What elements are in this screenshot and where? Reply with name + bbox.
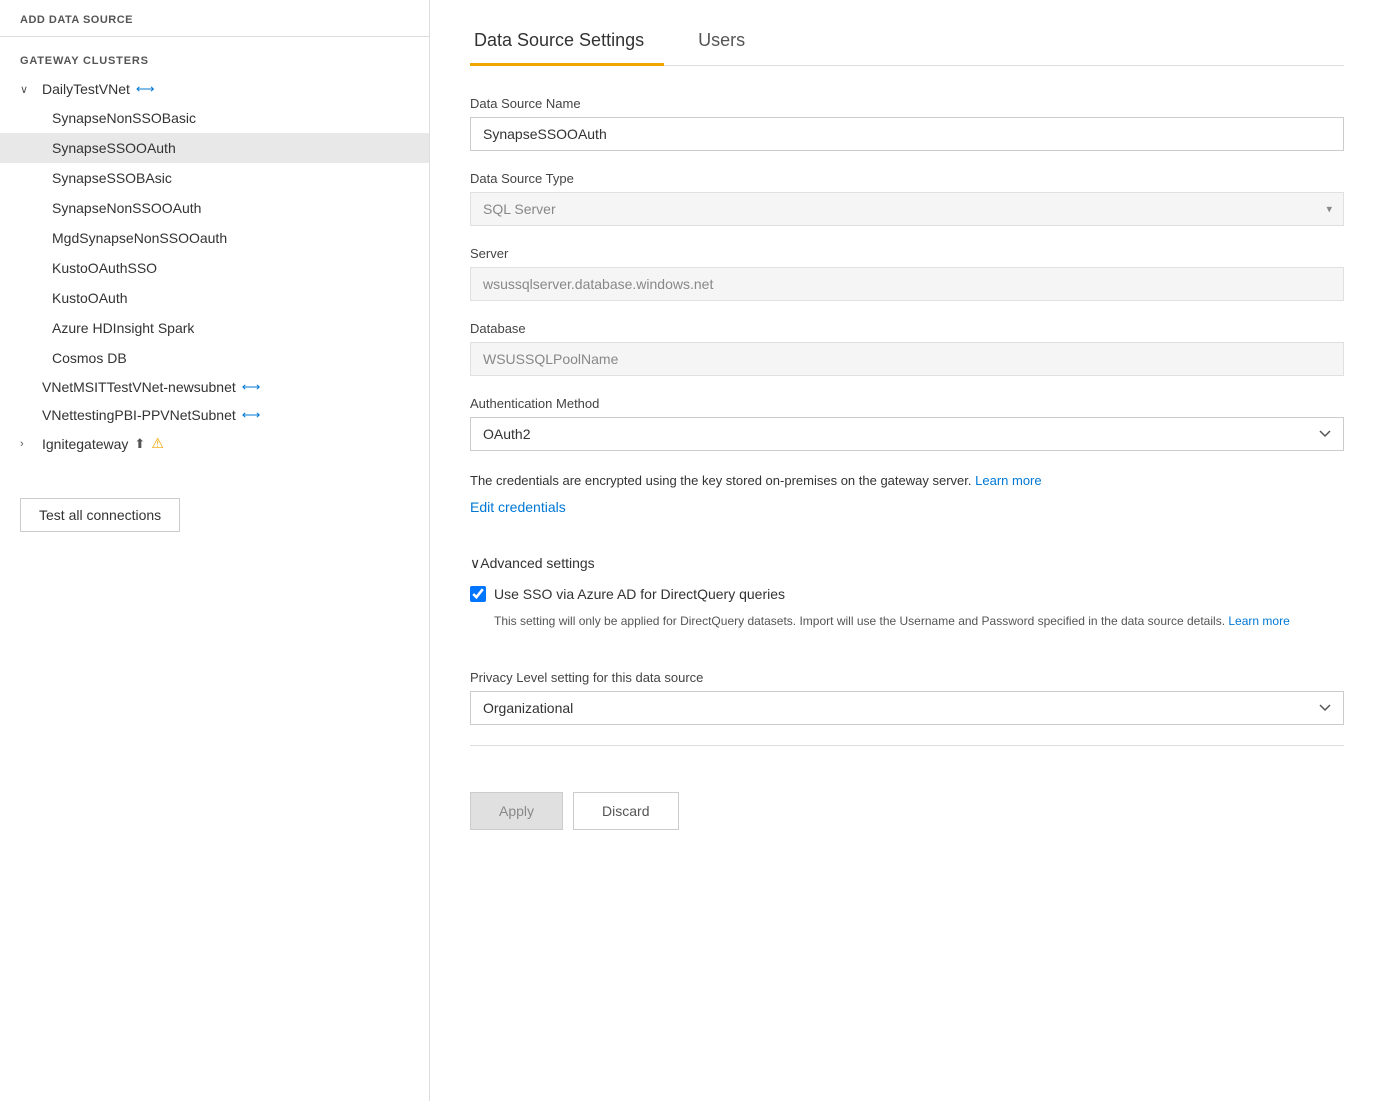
sidebar: ADD DATA SOURCE GATEWAY CLUSTERS ∨ Daily…	[0, 0, 430, 1101]
sso-note: This setting will only be applied for Di…	[494, 612, 1344, 630]
learn-more-link[interactable]: Learn more	[975, 473, 1041, 488]
datasource-name-input[interactable]	[470, 117, 1344, 151]
datasource-item-synapsessooauth[interactable]: SynapseSSOOAuth	[0, 133, 429, 163]
link-icon: ⟷	[242, 379, 261, 395]
datasource-type-label: Data Source Type	[470, 171, 1344, 186]
datasource-name-label: Data Source Name	[470, 96, 1344, 111]
test-all-connections-button[interactable]: Test all connections	[20, 498, 180, 532]
credentials-section: The credentials are encrypted using the …	[470, 471, 1344, 535]
gateway-clusters-label: GATEWAY CLUSTERS	[0, 37, 429, 75]
cluster-name-vnettesting: VNettestingPBI-PPVNetSubnet	[42, 407, 236, 423]
sso-learn-more-link[interactable]: Learn more	[1228, 614, 1289, 628]
privacy-level-section: Privacy Level setting for this data sour…	[470, 670, 1344, 725]
privacy-level-select[interactable]: Organizational None Private Public	[470, 691, 1344, 725]
auth-method-select[interactable]: OAuth2 Windows Basic	[470, 417, 1344, 451]
server-input	[470, 267, 1344, 301]
discard-button[interactable]: Discard	[573, 792, 678, 830]
database-section: Database	[470, 321, 1344, 376]
auth-method-section: Authentication Method OAuth2 Windows Bas…	[470, 396, 1344, 451]
datasource-name-section: Data Source Name	[470, 96, 1344, 151]
apply-button[interactable]: Apply	[470, 792, 563, 830]
cluster-name-vnetmsit: VNetMSITTestVNet-newsubnet	[42, 379, 236, 395]
chevron-right-icon: ›	[20, 438, 36, 450]
cluster-item-dailytestvnet[interactable]: ∨ DailyTestVNet ⟷	[0, 75, 429, 103]
datasource-type-section: Data Source Type ▾	[470, 171, 1344, 226]
chevron-down-icon: ▾	[1326, 203, 1332, 216]
cluster-name-ignitegateway: Ignitegateway	[42, 436, 128, 452]
datasource-item-cosmosdb[interactable]: Cosmos DB	[0, 343, 429, 373]
upload-icon: ⬆	[134, 436, 145, 452]
tab-data-source-settings[interactable]: Data Source Settings	[470, 20, 664, 65]
privacy-level-label: Privacy Level setting for this data sour…	[470, 670, 1344, 685]
server-label: Server	[470, 246, 1344, 261]
auth-method-label: Authentication Method	[470, 396, 1344, 411]
sso-checkbox[interactable]	[470, 586, 486, 602]
database-input	[470, 342, 1344, 376]
action-buttons: Apply Discard	[470, 792, 1344, 830]
server-section: Server	[470, 246, 1344, 301]
chevron-down-icon: ∨	[20, 83, 36, 96]
datasource-type-input	[470, 192, 1344, 226]
cluster-item-vnetmsit[interactable]: ∨ VNetMSITTestVNet-newsubnet ⟷	[0, 373, 429, 401]
sso-checkbox-row: Use SSO via Azure AD for DirectQuery que…	[470, 586, 1344, 602]
main-content: Data Source Settings Users Data Source N…	[430, 0, 1384, 1101]
sso-checkbox-label[interactable]: Use SSO via Azure AD for DirectQuery que…	[494, 586, 785, 602]
advanced-settings-toggle[interactable]: ∨Advanced settings	[470, 555, 1344, 572]
datasource-item-synapsenonssobasic[interactable]: SynapseNonSSOBasic	[0, 103, 429, 133]
tabs-container: Data Source Settings Users	[470, 0, 1344, 66]
datasource-item-mgdsynapsenonsooauth[interactable]: MgdSynapseNonSSOOauth	[0, 223, 429, 253]
link-icon: ⟷	[136, 81, 155, 97]
credentials-text: The credentials are encrypted using the …	[470, 471, 1344, 491]
sidebar-bottom: Test all connections	[0, 478, 429, 552]
cluster-item-vnettesting[interactable]: ∨ VNettestingPBI-PPVNetSubnet ⟷	[0, 401, 429, 429]
link-icon: ⟷	[242, 407, 261, 423]
edit-credentials-link[interactable]: Edit credentials	[470, 499, 566, 515]
datasource-item-synapsessobasic[interactable]: SynapseSSOBAsic	[0, 163, 429, 193]
divider	[470, 745, 1344, 746]
warning-icon: ⚠	[151, 435, 164, 452]
add-data-source-label: ADD DATA SOURCE	[0, 0, 429, 37]
advanced-settings-section: ∨Advanced settings Use SSO via Azure AD …	[470, 555, 1344, 650]
database-label: Database	[470, 321, 1344, 336]
datasource-item-kustooauthsso[interactable]: KustoOAuthSSO	[0, 253, 429, 283]
tab-users[interactable]: Users	[694, 20, 765, 65]
cluster-item-ignitegateway[interactable]: › Ignitegateway ⬆ ⚠	[0, 429, 429, 458]
datasource-item-azurehdinsightspark[interactable]: Azure HDInsight Spark	[0, 313, 429, 343]
datasource-item-kustooauth[interactable]: KustoOAuth	[0, 283, 429, 313]
datasource-item-synapsenonssoauth[interactable]: SynapseNonSSOOAuth	[0, 193, 429, 223]
cluster-name: DailyTestVNet	[42, 81, 130, 97]
